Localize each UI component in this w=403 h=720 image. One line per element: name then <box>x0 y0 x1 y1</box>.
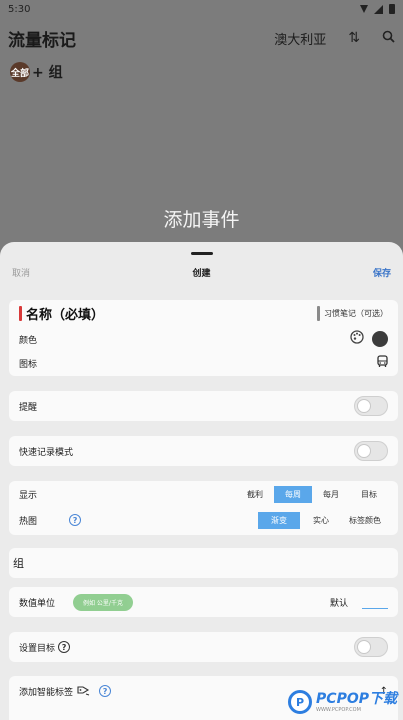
display-option-0[interactable]: 截利 <box>236 486 274 503</box>
heatmap-help-icon[interactable]: ? <box>69 514 82 526</box>
sheet-heading: 添加事件 <box>163 209 240 231</box>
basic-info-card: 名称（必填） 习惯笔记（可选） 颜色 图标 <box>9 300 398 376</box>
quick-record-label: 快速记录模式 <box>19 447 74 458</box>
tag-icon <box>77 684 91 699</box>
display-card: 显示 截利 每周 每月 目标 热图 ? 渐变 实心 标签颜色 <box>9 481 398 535</box>
heatmap-label: 热图 <box>19 516 38 527</box>
heatmap-option-0[interactable]: 渐变 <box>258 511 300 529</box>
icon-row[interactable]: 图标 <box>9 351 398 375</box>
default-label: 默认 <box>329 598 348 609</box>
display-row: 显示 截利 每周 每月 目标 <box>9 481 398 507</box>
display-option-3[interactable]: 目标 <box>350 486 388 503</box>
sheet-toolbar: 取消 创建 保存 <box>0 262 403 282</box>
app-bar: 流量标记 澳大利亚 ⇅ <box>0 26 403 51</box>
group-card: 组 <box>9 548 398 578</box>
unit-label: 数值单位 <box>19 598 56 609</box>
reminder-label: 提醒 <box>19 402 38 413</box>
group-row-input[interactable]: 组 <box>9 548 398 578</box>
toggle-knob <box>357 444 371 458</box>
quick-record-row: 快速记录模式 <box>9 436 398 466</box>
default-value-input[interactable] <box>362 595 388 609</box>
smart-tag-help-icon[interactable]: ? <box>99 685 112 697</box>
heatmap-segmented: 渐变 实心 标签颜色 <box>258 511 388 529</box>
status-time: 5:30 <box>8 3 31 15</box>
search-icon[interactable] <box>382 30 395 47</box>
quick-record-toggle[interactable] <box>354 441 388 461</box>
habit-color-bar <box>317 306 320 321</box>
status-bar: 5:30 <box>0 0 403 18</box>
heatmap-option-2[interactable]: 标签颜色 <box>342 512 388 529</box>
icon-label: 图标 <box>19 359 38 370</box>
group-all-chip[interactable]: 全部 <box>10 62 30 82</box>
group-label: 组 <box>13 557 24 570</box>
goal-row: 设置目标 ? <box>9 632 398 662</box>
goal-label: 设置目标 <box>19 643 56 654</box>
selected-color-swatch[interactable] <box>372 331 388 347</box>
bus-icon[interactable] <box>377 355 388 371</box>
color-row[interactable]: 颜色 <box>9 327 398 351</box>
goal-help-icon[interactable]: ? <box>58 641 71 653</box>
display-label: 显示 <box>19 490 38 501</box>
quick-record-card: 快速记录模式 <box>9 436 398 466</box>
drag-handle[interactable] <box>191 252 213 255</box>
app-title: 流量标记 <box>8 30 76 51</box>
sheet-title: 创建 <box>192 268 211 279</box>
group-row: 全部 + 组 <box>10 62 63 82</box>
sort-icon[interactable]: ⇅ <box>348 30 360 46</box>
smart-tag-label: 添加智能标签 <box>19 687 74 698</box>
watermark-logo-icon: P <box>288 690 313 714</box>
display-option-1[interactable]: 每周 <box>274 485 312 503</box>
watermark-sub: WWW.PCPOP.COM <box>316 706 361 713</box>
watermark-main: PCPOP下载 <box>316 690 397 707</box>
heatmap-option-1[interactable]: 实心 <box>300 512 342 529</box>
status-icons <box>360 4 395 14</box>
wifi-icon <box>360 5 368 13</box>
reminder-row: 提醒 <box>9 391 398 421</box>
display-option-2[interactable]: 每月 <box>312 486 350 503</box>
display-segmented: 截利 每周 每月 目标 <box>236 485 388 503</box>
habit-note-input[interactable]: 习惯笔记（可选） <box>317 306 388 321</box>
toggle-knob <box>357 399 371 413</box>
unit-card: 数值单位 例如 公里/千克 默认 <box>9 587 398 617</box>
name-input[interactable]: 名称（必填） <box>26 304 104 323</box>
name-row[interactable]: 名称（必填） 习惯笔记（可选） <box>9 300 398 327</box>
color-label: 颜色 <box>19 335 38 346</box>
reminder-card: 提醒 <box>9 391 398 421</box>
goal-toggle[interactable] <box>354 637 388 657</box>
battery-icon <box>389 4 395 14</box>
palette-icon[interactable] <box>350 330 364 348</box>
watermark: P PCPOP下载 WWW.PCPOP.COM <box>288 690 397 714</box>
region-selector[interactable]: 澳大利亚 <box>274 29 326 48</box>
habit-note-label: 习惯笔记（可选） <box>324 309 388 318</box>
name-color-bar <box>19 306 22 321</box>
goal-card: 设置目标 ? <box>9 632 398 662</box>
signal-icon <box>374 4 383 14</box>
unit-row: 数值单位 例如 公里/千克 默认 <box>9 587 398 617</box>
unit-input[interactable]: 例如 公里/千克 <box>73 593 133 611</box>
save-button[interactable]: 保存 <box>373 266 391 279</box>
add-group-button[interactable]: + 组 <box>32 62 63 82</box>
heatmap-row: 热图 ? 渐变 实心 标签颜色 <box>9 507 398 533</box>
reminder-toggle[interactable] <box>354 396 388 416</box>
toggle-knob <box>357 640 371 654</box>
cancel-button[interactable]: 取消 <box>12 266 30 279</box>
add-event-sheet: 取消 创建 保存 名称（必填） 习惯笔记（可选） 颜色 图标 提醒 快速记录模式… <box>0 242 403 720</box>
